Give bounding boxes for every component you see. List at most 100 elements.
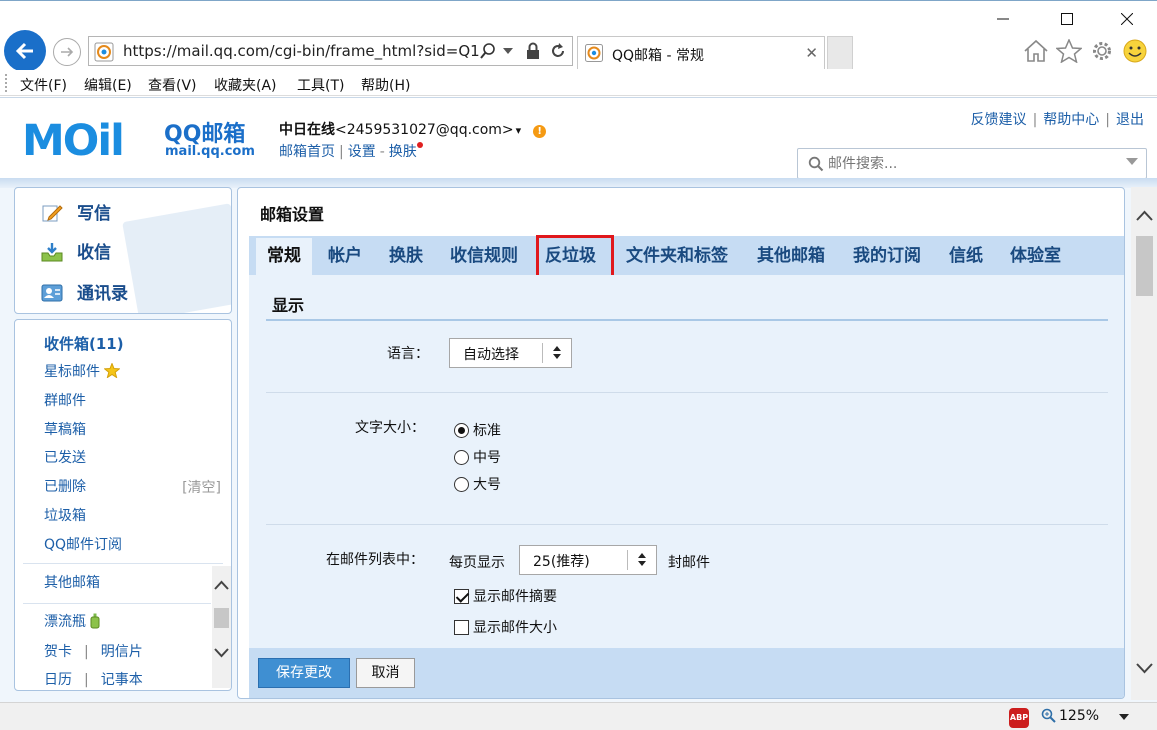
greeting-card-link[interactable]: 贺卡 | 明信片 [44,641,143,661]
search-icon[interactable] [479,42,497,60]
dropdown-arrow-icon[interactable] [503,48,513,56]
per-page-select[interactable]: 25(推荐) [519,545,657,575]
section-divider [266,319,1108,321]
calendar-link[interactable]: 日历 | 记事本 [44,669,143,689]
back-button[interactable] [4,30,46,72]
maximize-button[interactable] [1044,7,1090,31]
tab-general[interactable]: 常规 [256,238,312,275]
show-size-label: 显示邮件大小 [473,620,557,636]
logout-link[interactable]: 退出 [1116,112,1144,128]
clear-deleted-link[interactable]: [清空] [182,477,221,497]
lock-icon[interactable] [525,42,541,60]
zoom-dropdown-icon[interactable] [1119,714,1129,720]
select-arrows-icon [627,550,656,570]
home-icon[interactable] [1023,39,1049,63]
settings-body: 显示 语言： 自动选择 文字大小： 标准 中号 大号 在邮件列表中： 每页显示 … [249,275,1124,648]
font-size-medium-radio[interactable]: 中号 [454,447,501,467]
drift-bottle-link[interactable]: 漂流瓶 [44,611,100,631]
tab-close-icon[interactable]: ✕ [805,44,818,62]
folder-deleted[interactable]: 已删除 [44,476,86,496]
logo-domain: mail.qq.com [165,144,255,159]
page-scrollbar[interactable] [1131,187,1157,700]
tab-skin[interactable]: 换肤 [378,238,434,275]
scroll-down-icon[interactable] [1136,661,1153,675]
minimize-button[interactable] [980,7,1026,31]
folder-other-mailboxes[interactable]: 其他邮箱 [44,572,100,592]
user-email: <2459531027@qq.com> [335,122,514,138]
gear-icon[interactable] [1089,39,1115,63]
tab-other-mailboxes[interactable]: 其他邮箱 [746,238,836,275]
smiley-icon[interactable] [1122,39,1148,63]
bottle-icon [90,613,100,629]
status-bar: ABP 125% [0,702,1157,730]
adblock-icon[interactable]: ABP [1009,708,1029,728]
font-size-standard-radio[interactable]: 标准 [454,420,501,440]
folder-subscriptions[interactable]: QQ邮件订阅 [44,534,122,554]
mail-search-box[interactable] [797,148,1147,179]
help-center-link[interactable]: 帮助中心 [1043,112,1099,128]
font-size-large-radio[interactable]: 大号 [454,474,501,494]
menu-edit[interactable]: 编辑(E) [84,75,132,95]
tab-labs[interactable]: 体验室 [999,238,1072,275]
tab-stationery[interactable]: 信纸 [938,238,994,275]
tab-account[interactable]: 帐户 [317,238,373,275]
address-bar[interactable]: https://mail.qq.com/cgi-bin/frame_html?s… [88,36,573,66]
sidebar-scrollbar[interactable] [212,566,231,688]
show-size-checkbox[interactable]: 显示邮件大小 [454,617,557,637]
tab-subscriptions[interactable]: 我的订阅 [842,238,932,275]
radio-unselected-icon [454,450,469,465]
menu-help[interactable]: 帮助(H) [361,75,410,95]
settings-tabs: 常规 帐户 换肤 收信规则 反垃圾 文件夹和标签 其他邮箱 我的订阅 信纸 体验… [249,236,1124,275]
scroll-up-icon[interactable] [214,578,229,594]
menu-favorites[interactable]: 收藏夹(A) [214,75,277,95]
contacts-button[interactable]: 通讯录 [41,279,128,304]
show-summary-checkbox[interactable]: 显示邮件摘要 [454,586,557,606]
notes-label[interactable]: 记事本 [101,672,143,688]
feedback-link[interactable]: 反馈建议 [971,112,1027,128]
new-tab-button[interactable] [827,36,853,69]
menu-tools[interactable]: 工具(T) [297,75,344,95]
alert-icon[interactable]: ! [533,125,547,138]
menu-view[interactable]: 查看(V) [148,75,197,95]
language-select[interactable]: 自动选择 [449,338,572,368]
qq-mail-logo[interactable]: MOil QQ邮箱 mail.qq.com [22,116,262,166]
tab-receive-rules[interactable]: 收信规则 [439,238,529,275]
forward-button[interactable] [53,38,81,66]
language-select-value: 自动选择 [463,347,519,363]
cancel-button[interactable]: 取消 [356,658,415,688]
save-changes-button[interactable]: 保存更改 [258,658,350,688]
folder-spam[interactable]: 垃圾箱 [44,505,86,525]
compose-button[interactable]: 写信 [41,199,111,224]
menu-file[interactable]: 文件(F) [20,75,67,95]
user-menu-caret-icon[interactable]: ▾ [516,124,522,137]
tab-folders-labels[interactable]: 文件夹和标签 [615,238,739,275]
maximize-icon [1061,13,1073,25]
folder-sent[interactable]: 已发送 [44,447,86,467]
qq-mail-favicon-icon [94,42,114,62]
inbox-icon [41,243,63,262]
settings-link[interactable]: 设置 [348,144,376,160]
close-window-button[interactable] [1104,7,1150,31]
postcard-label[interactable]: 明信片 [101,644,143,660]
qq-mail-favicon-icon [585,44,603,62]
search-dropdown-icon[interactable] [1126,158,1138,165]
folder-drafts[interactable]: 草稿箱 [44,419,86,439]
receive-mail-button[interactable]: 收信 [41,238,111,263]
folder-group[interactable]: 群邮件 [44,390,86,410]
star-icon[interactable] [1056,39,1082,63]
zoom-level[interactable]: 125% [1059,708,1099,724]
browser-tab[interactable]: QQ邮箱 - 常规 ✕ [577,36,825,69]
folder-inbox[interactable]: 收件箱(11) [44,333,124,354]
compose-label: 写信 [77,204,111,224]
sidebar-scroll-thumb[interactable] [214,608,229,628]
mail-search-input[interactable] [828,153,1118,175]
url-text[interactable]: https://mail.qq.com/cgi-bin/frame_html?s… [123,42,480,60]
scroll-down-icon[interactable] [214,644,229,660]
change-skin-link[interactable]: 换肤 [389,144,417,160]
refresh-icon[interactable] [549,42,567,60]
folder-starred-label: 星标邮件 [44,364,100,380]
scroll-up-icon[interactable] [1136,209,1153,223]
mailbox-home-link[interactable]: 邮箱首页 [279,144,335,160]
folder-starred[interactable]: 星标邮件 [44,361,122,381]
page-scroll-thumb[interactable] [1136,236,1153,296]
